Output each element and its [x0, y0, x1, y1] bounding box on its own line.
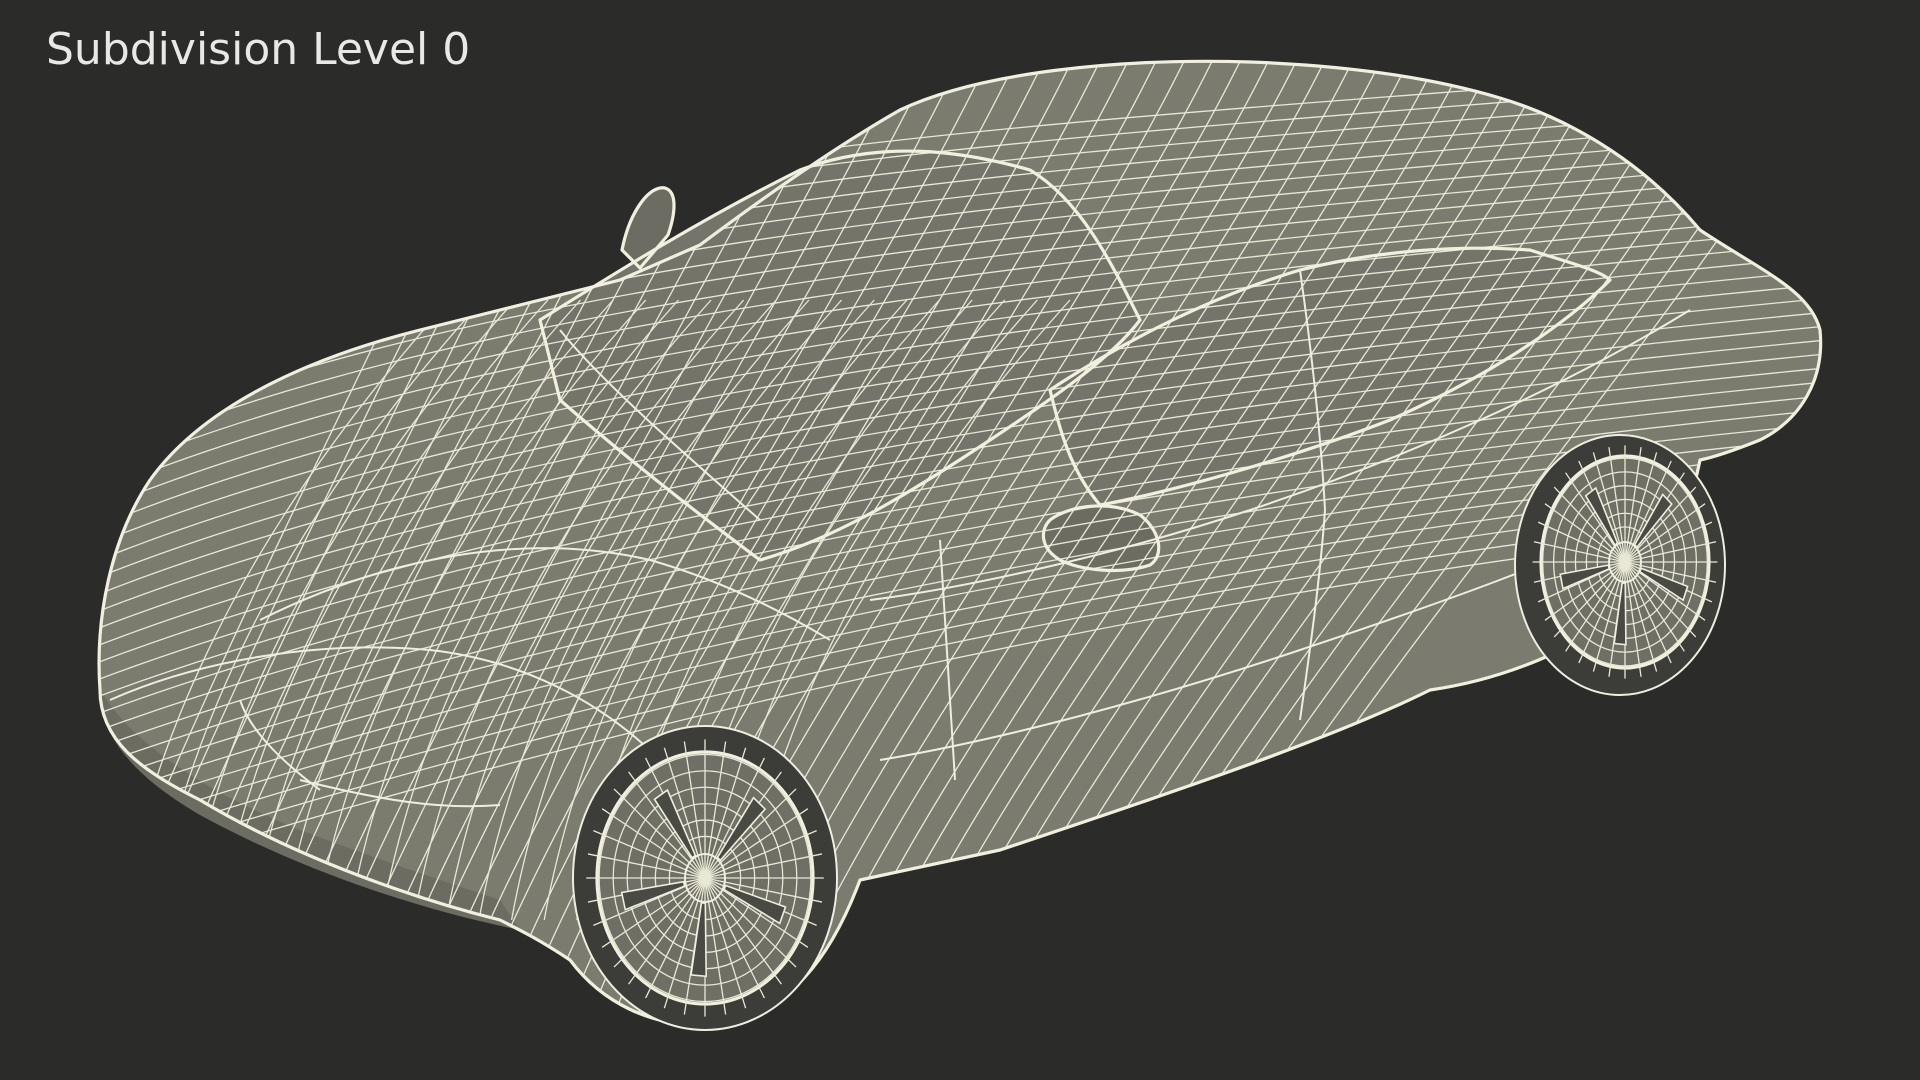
render-viewport: Subdivision Level 0 — [0, 0, 1920, 1080]
car-wireframe-render — [97, 59, 1823, 1031]
rear-wheel — [1514, 434, 1726, 696]
front-wheel — [572, 725, 838, 1031]
